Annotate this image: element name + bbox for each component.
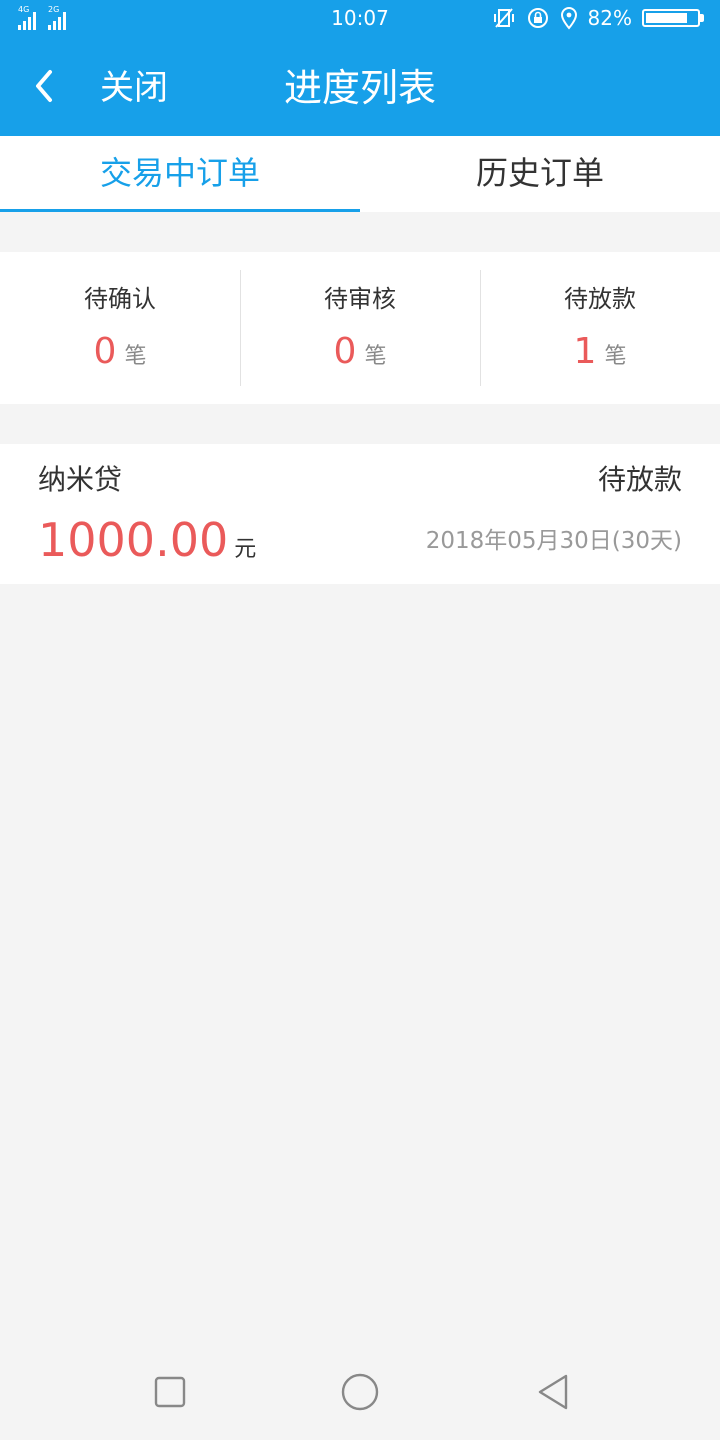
order-currency: 元 [234,537,257,562]
count-pending-review[interactable]: 待审核 0笔 [240,270,480,386]
close-button[interactable]: 关闭 [100,66,168,110]
order-amount-group: 1000.00 元 [38,514,256,577]
order-product-name: 纳米贷 [38,463,123,496]
count-unit: 笔 [364,344,387,369]
order-tabs: 交易中订单 历史订单 [0,136,720,212]
count-pending-disbursement[interactable]: 待放款 1笔 [480,270,720,386]
navigation-header: 关闭 进度列表 [0,38,720,136]
order-date: 2018年05月30日(30天) [425,528,682,554]
count-label: 待放款 [564,285,636,313]
count-label: 待审核 [324,285,396,313]
count-number: 1 [573,331,597,372]
status-bar: 4G 2G 10:07 82% [0,0,720,38]
rotation-lock-icon [527,8,548,28]
back-triangle-icon[interactable] [534,1372,574,1412]
tab-active-orders[interactable]: 交易中订单 [0,136,360,212]
location-icon [560,6,577,30]
order-amount: 1000.00 [38,513,229,567]
count-label: 待确认 [84,285,156,313]
count-value-group: 0笔 [240,332,480,378]
order-status: 待放款 [597,463,682,496]
vibrate-icon [493,8,514,28]
tab-history-orders[interactable]: 历史订单 [360,136,720,212]
system-nav-bar [0,1344,720,1440]
back-arrow-icon[interactable] [30,66,60,106]
count-value-group: 1笔 [480,332,720,378]
status-icons: 82% [492,6,706,30]
order-count-summary: 待确认 0笔 待审核 0笔 待放款 1笔 [0,252,720,404]
screen: 4G 2G 10:07 82% 关闭 进度列表 交易中订单 历史订单 待确认 0… [0,0,720,1440]
count-value-group: 0笔 [0,332,240,378]
app-header-area: 4G 2G 10:07 82% 关闭 进度列表 [0,0,720,136]
count-unit: 笔 [124,344,147,369]
recent-apps-icon[interactable] [150,1372,190,1412]
count-number: 0 [93,331,117,372]
order-card[interactable]: 纳米贷 待放款 1000.00 元 2018年05月30日(30天) [0,444,720,584]
home-icon[interactable] [340,1372,380,1412]
battery-percent: 82% [587,6,632,30]
count-number: 0 [333,331,357,372]
count-unit: 笔 [604,344,627,369]
battery-icon [642,8,706,28]
count-pending-confirm[interactable]: 待确认 0笔 [0,270,240,386]
